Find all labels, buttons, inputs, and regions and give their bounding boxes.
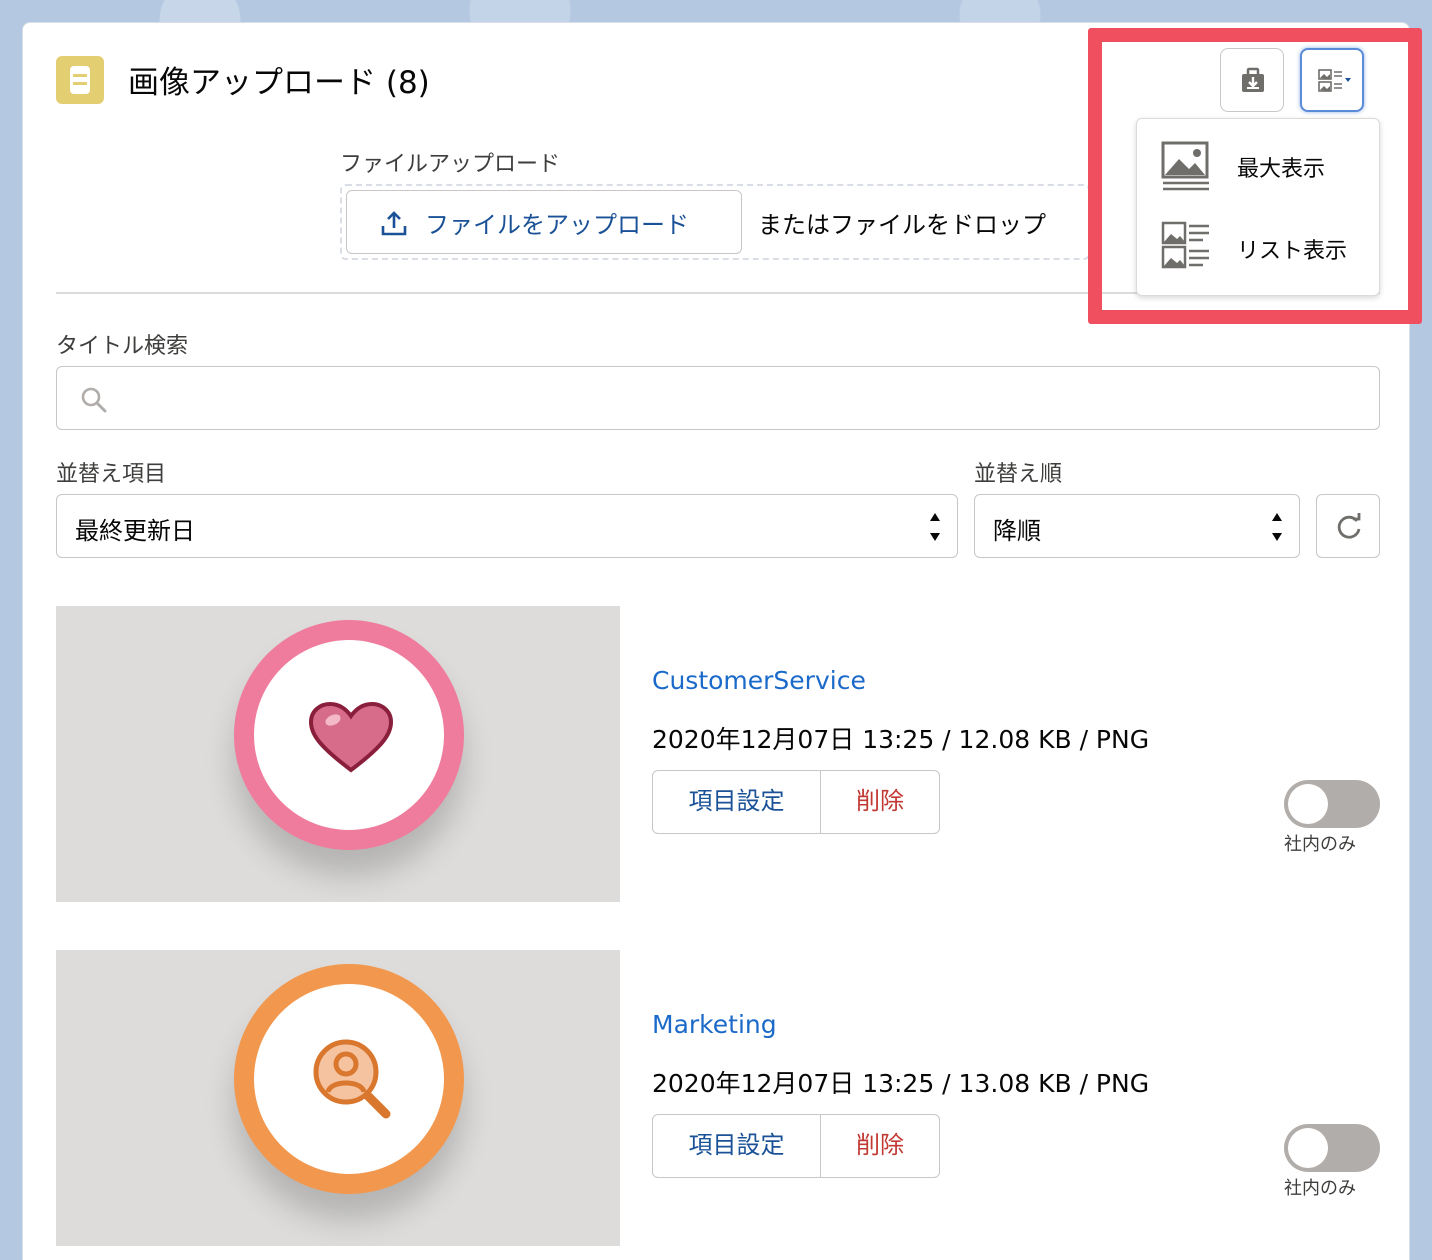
- highlight-box: [1088, 28, 1422, 324]
- item-settings-button[interactable]: 項目設定: [653, 1115, 821, 1177]
- thumbnail-ring: [234, 620, 464, 850]
- item-action-group: 項目設定 削除: [652, 1114, 940, 1178]
- sort-field-select[interactable]: 最終更新日: [56, 494, 958, 558]
- upload-icon: [381, 211, 407, 236]
- select-arrows-icon: [930, 513, 940, 541]
- item-title-link[interactable]: CustomerService: [652, 666, 866, 695]
- internal-only-label: 社内のみ: [1284, 1178, 1356, 1199]
- internal-only-toggle[interactable]: [1284, 780, 1380, 828]
- select-arrows-icon: [1272, 513, 1282, 541]
- page-title: 画像アップロード (8): [128, 65, 430, 101]
- title-search-input[interactable]: [56, 366, 1380, 430]
- internal-only-toggle[interactable]: [1284, 1124, 1380, 1172]
- sort-order-value: 降順: [993, 517, 1041, 545]
- item-thumbnail[interactable]: [56, 606, 620, 902]
- sort-order-label: 並替え順: [974, 462, 1063, 487]
- item-delete-button[interactable]: 削除: [821, 1115, 939, 1177]
- sort-field-value: 最終更新日: [75, 517, 195, 545]
- item-meta: 2020年12月07日 13:25 / 12.08 KB / PNG: [652, 725, 1150, 754]
- item-settings-button[interactable]: 項目設定: [653, 771, 821, 833]
- item-delete-button[interactable]: 削除: [821, 771, 939, 833]
- refresh-button[interactable]: [1316, 494, 1380, 558]
- drop-text: またはファイルをドロップ: [758, 211, 1046, 239]
- search-icon: [81, 387, 107, 413]
- item-meta: 2020年12月07日 13:25 / 13.08 KB / PNG: [652, 1069, 1150, 1098]
- sort-field-label: 並替え項目: [56, 462, 167, 487]
- upload-file-button[interactable]: ファイルをアップロード: [346, 190, 742, 254]
- file-icon: [56, 56, 104, 104]
- upload-button-label: ファイルをアップロード: [425, 211, 689, 239]
- heart-icon: [309, 702, 393, 773]
- item-action-group: 項目設定 削除: [652, 770, 940, 834]
- title-search-label: タイトル検索: [56, 334, 189, 359]
- refresh-icon: [1337, 513, 1361, 539]
- sort-order-select[interactable]: 降順: [974, 494, 1300, 558]
- upload-label: ファイルアップロード: [340, 152, 561, 177]
- thumbnail-ring: [234, 964, 464, 1194]
- person-search-icon: [313, 1039, 391, 1119]
- internal-only-label: 社内のみ: [1284, 834, 1356, 855]
- item-thumbnail[interactable]: [56, 950, 620, 1246]
- item-title-link[interactable]: Marketing: [652, 1010, 777, 1039]
